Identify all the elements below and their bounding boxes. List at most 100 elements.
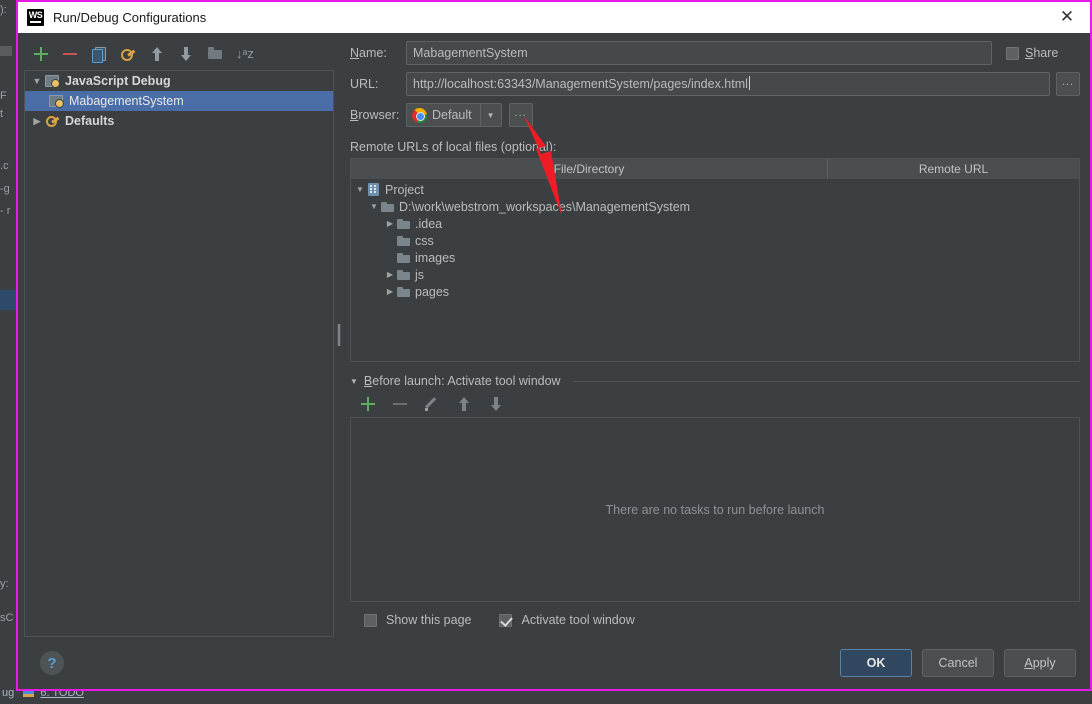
panel-splitter[interactable]: [334, 33, 344, 637]
table-body: ▼ Project ▼ D:\work\webstrom_workspaces\…: [351, 179, 1079, 361]
remote-urls-label: Remote URLs of local files (optional):: [350, 140, 557, 154]
before-launch-section: ▼ Before launch: Activate tool window Th…: [350, 374, 1080, 637]
remove-icon[interactable]: [62, 46, 78, 62]
folder-icon: [397, 252, 411, 264]
chevron-down-icon[interactable]: ▼: [479, 104, 501, 126]
remote-urls-table[interactable]: File/Directory Remote URL ▼ Project ▼ D:…: [350, 158, 1080, 362]
table-row[interactable]: ▶ js: [351, 266, 1079, 283]
move-task-down-icon: [488, 396, 504, 412]
folder-icon: [397, 269, 411, 281]
edit-task-icon: [424, 396, 440, 412]
collapse-twisty-icon[interactable]: ▶: [383, 219, 397, 228]
folder-icon: [381, 201, 395, 213]
before-launch-toolbar: [350, 391, 1080, 417]
collapse-twisty-icon[interactable]: ▶: [29, 116, 45, 127]
expand-twisty-icon[interactable]: ▼: [367, 202, 381, 211]
tree-node-mabagementsystem[interactable]: MabagementSystem: [25, 91, 333, 111]
activate-tool-window-label: Activate tool window: [521, 613, 635, 627]
ide-left-gutter: [0, 0, 17, 704]
tree-toolbar: ↓ᵃz: [24, 41, 334, 67]
tree-node-javascript-debug[interactable]: ▼ JavaScript Debug: [25, 71, 333, 91]
help-icon[interactable]: ?: [40, 651, 64, 675]
chrome-icon: [412, 107, 427, 123]
share-checkbox[interactable]: [1006, 46, 1019, 60]
add-task-icon[interactable]: [360, 396, 376, 412]
url-input-value: http://localhost:63343/ManagementSystem/…: [413, 77, 748, 91]
expand-twisty-icon[interactable]: ▼: [353, 185, 367, 194]
dialog-body: ↓ᵃz ▼ JavaScript Debug MabagementSystem …: [18, 33, 1090, 689]
name-label: Name:: [350, 46, 387, 60]
column-header-file-directory[interactable]: File/Directory: [351, 159, 828, 179]
browser-row: Browser: Default ▼ ...: [350, 103, 1080, 127]
url-input[interactable]: http://localhost:63343/ManagementSystem/…: [406, 72, 1050, 96]
browser-config-button[interactable]: ...: [508, 103, 533, 127]
ide-text-fragment: ):: [0, 4, 7, 16]
empty-state-text: There are no tasks to run before launch: [605, 502, 825, 517]
file-label: js: [415, 267, 425, 282]
table-row[interactable]: ▼ D:\work\webstrom_workspaces\Management…: [351, 198, 1079, 215]
tree-node-label: JavaScript Debug: [65, 74, 171, 88]
url-browse-button[interactable]: ...: [1056, 72, 1080, 96]
table-row[interactable]: ▶ pages: [351, 283, 1079, 300]
cancel-button[interactable]: Cancel: [922, 649, 994, 677]
before-launch-options: Show this page Activate tool window: [364, 613, 1080, 627]
table-header: File/Directory Remote URL: [351, 159, 1079, 179]
collapse-twisty-icon[interactable]: ▶: [383, 287, 397, 296]
name-row: Name: MabagementSystem Share: [350, 41, 1080, 65]
move-up-icon[interactable]: [149, 46, 165, 62]
tree-node-defaults[interactable]: ▶ Defaults: [25, 111, 333, 131]
configuration-settings-panel: Name: MabagementSystem Share URL: http:/…: [344, 33, 1090, 637]
add-icon[interactable]: [33, 46, 49, 62]
footer-buttons: OK Cancel Apply: [840, 649, 1076, 677]
close-icon[interactable]: ✕: [1044, 1, 1090, 33]
text-caret: [748, 76, 750, 90]
column-header-remote-url[interactable]: Remote URL: [828, 159, 1079, 179]
ide-status-text: ug: [2, 687, 15, 699]
ok-button[interactable]: OK: [840, 649, 912, 677]
remove-task-icon: [392, 396, 408, 412]
collapse-twisty-icon[interactable]: ▶: [383, 270, 397, 279]
file-label: css: [415, 233, 434, 248]
table-row[interactable]: ▶ .idea: [351, 215, 1079, 232]
ide-highlight-line: [0, 290, 16, 310]
folder-icon: [397, 286, 411, 298]
share-checkbox-group[interactable]: Share: [1006, 46, 1058, 60]
ide-text-fragment: -g: [0, 183, 10, 195]
edit-defaults-icon[interactable]: [120, 46, 136, 62]
name-input[interactable]: MabagementSystem: [406, 41, 992, 65]
dialog-title: Run/Debug Configurations: [53, 9, 207, 25]
copy-icon[interactable]: [91, 46, 107, 63]
ide-decoration: [0, 46, 12, 56]
show-this-page-checkbox[interactable]: [364, 613, 377, 627]
apply-button[interactable]: Apply: [1004, 649, 1076, 677]
browser-selected-value: Default: [432, 108, 472, 122]
browser-label: Browser:: [350, 108, 400, 122]
sort-alphabetically-icon[interactable]: ↓ᵃz: [236, 46, 254, 62]
js-debug-icon: [45, 74, 60, 88]
webstorm-icon: [27, 8, 44, 26]
table-row[interactable]: images: [351, 249, 1079, 266]
js-debug-icon: [49, 94, 64, 108]
table-row[interactable]: ▼ Project: [351, 181, 1079, 198]
browser-select[interactable]: Default ▼: [406, 103, 502, 127]
before-launch-task-list[interactable]: There are no tasks to run before launch: [350, 417, 1080, 602]
expand-twisty-icon[interactable]: ▼: [29, 76, 45, 86]
expand-twisty-icon[interactable]: ▼: [350, 377, 358, 386]
show-this-page-label: Show this page: [386, 613, 472, 627]
ide-text-fragment: - r: [0, 205, 11, 217]
configurations-panel: ↓ᵃz ▼ JavaScript Debug MabagementSystem …: [18, 33, 334, 637]
table-row[interactable]: css: [351, 232, 1079, 249]
folder-icon: [397, 218, 411, 230]
ide-text-fragment: sC: [0, 612, 14, 624]
file-label: pages: [415, 284, 450, 299]
folder-icon[interactable]: [207, 46, 223, 62]
before-launch-title: Before launch: Activate tool window: [363, 374, 561, 388]
project-icon: [367, 183, 381, 196]
move-down-icon[interactable]: [178, 46, 194, 62]
url-label: URL:: [350, 77, 379, 91]
before-launch-header[interactable]: ▼ Before launch: Activate tool window: [350, 374, 1080, 388]
tree-node-label: MabagementSystem: [69, 94, 184, 108]
separator-line: [572, 380, 1080, 382]
configurations-tree[interactable]: ▼ JavaScript Debug MabagementSystem ▶ De…: [24, 70, 334, 637]
activate-tool-window-checkbox[interactable]: [499, 613, 513, 627]
